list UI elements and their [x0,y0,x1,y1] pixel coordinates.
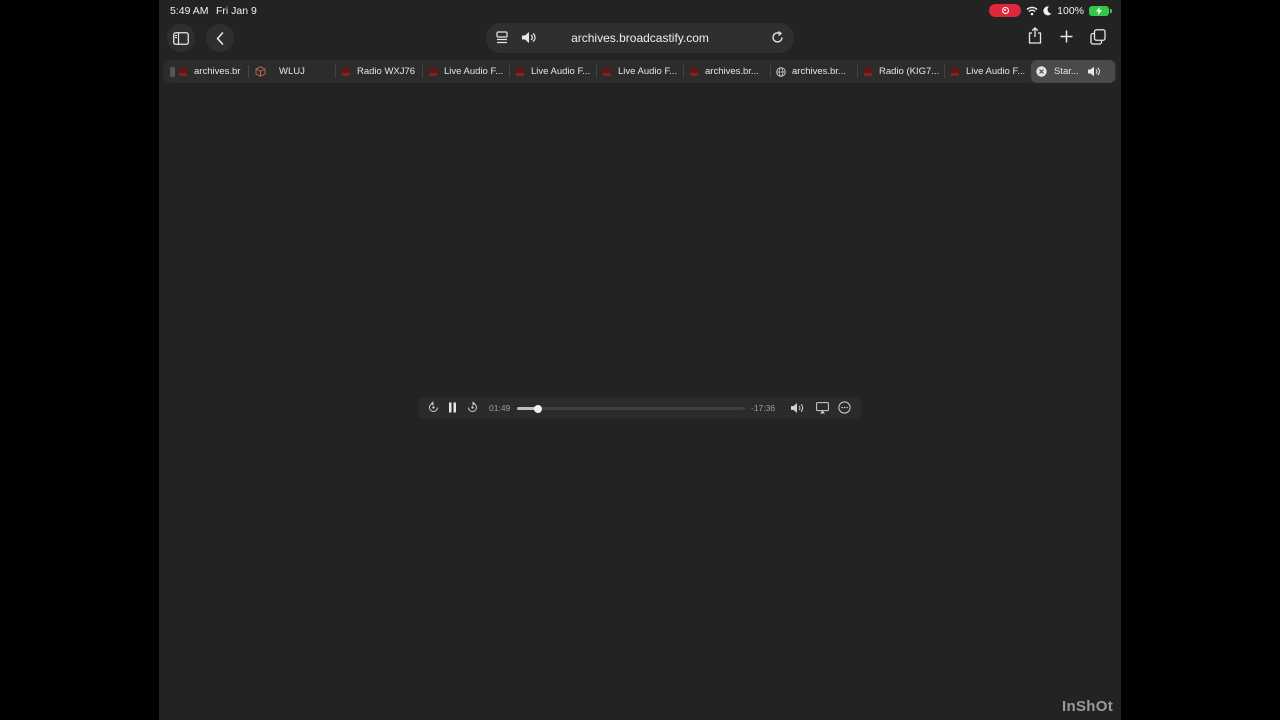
tab-audio-playing-icon[interactable] [1087,66,1101,77]
broadcastify-favicon [429,67,437,76]
tab-radio-wxj76[interactable]: Radio WXJ76 [336,60,423,83]
globe-icon [776,66,786,77]
url-text: archives.broadcastify.com [571,31,709,45]
status-time: 5:49 AM [170,5,209,17]
seek-handle[interactable] [534,404,543,413]
chevron-left-icon [216,31,224,45]
tab-archives-1[interactable]: archives.br [179,60,249,83]
address-bar[interactable]: archives.broadcastify.com [486,23,794,53]
back-button[interactable] [206,24,234,52]
tab-live-audio-4[interactable]: Live Audio F... [945,60,1032,83]
broadcastify-favicon [864,67,872,76]
tab-archives-3[interactable]: archives.br... [771,60,858,83]
tab-active-star[interactable]: Star... [1031,60,1115,83]
tab-label: WLUJ [279,66,305,77]
broadcastify-favicon [690,67,698,76]
volume-icon[interactable] [790,402,805,414]
remaining-time: -17:36 [751,403,776,413]
reload-icon[interactable] [771,31,784,44]
tab-label: archives.br... [705,66,759,77]
new-tab-plus-icon[interactable] [1060,30,1073,43]
tab-label: archives.br [194,66,241,77]
skip-forward-icon[interactable] [467,401,478,413]
status-indicators: 100% [989,4,1112,17]
audio-player-controls: 01:49 -17:36 [418,397,861,419]
pause-icon[interactable] [448,402,457,413]
battery-percent: 100% [1057,4,1084,17]
ipad-screen: 5:49 AM Fri Jan 9 100% archives.broadcas… [159,0,1121,720]
tab-live-audio-1[interactable]: Live Audio F... [423,60,510,83]
tab-label: Radio WXJ76 [357,66,416,77]
skip-back-icon[interactable] [428,401,439,413]
tab-label: Live Audio F... [531,66,591,77]
close-icon[interactable] [1036,66,1047,77]
tab-archives-2[interactable]: archives.br... [684,60,771,83]
more-options-icon[interactable] [838,401,851,414]
tab-bar: archives.br WLUJ Radio WXJ76 Live Audio … [163,60,1117,83]
broadcastify-favicon [179,67,187,76]
tab-label: Star... [1054,66,1079,77]
sidebar-icon [173,31,189,45]
tab-label: Radio (KIG7... [879,66,940,77]
tab-label: Live Audio F... [618,66,678,77]
inshot-watermark: InShOt [1062,698,1113,715]
status-bar: 5:49 AM Fri Jan 9 100% [159,0,1121,22]
tab-live-audio-2[interactable]: Live Audio F... [510,60,597,83]
tab-overview-icon[interactable] [1090,29,1106,45]
tab-label: Live Audio F... [444,66,504,77]
tab-wluj[interactable]: WLUJ [249,60,336,83]
seek-slider[interactable] [517,404,745,413]
wifi-icon [1026,6,1038,15]
broadcastify-favicon [342,67,350,76]
status-date: Fri Jan 9 [216,5,257,17]
cube-icon [255,66,266,77]
battery-charging-icon [1089,5,1112,16]
screen-recording-icon[interactable] [989,4,1022,17]
share-icon[interactable] [1028,27,1042,44]
sidebar-button[interactable] [167,24,195,52]
broadcastify-favicon [951,67,959,76]
tab-label: Live Audio F... [966,66,1026,77]
broadcastify-favicon [603,67,611,76]
airplay-icon[interactable] [816,402,829,414]
browser-toolbar: archives.broadcastify.com [159,22,1121,54]
broadcastify-favicon [516,67,524,76]
moon-icon [1043,5,1052,15]
tab-label: archives.br... [792,66,846,77]
tab-radio-kig7[interactable]: Radio (KIG7... [858,60,945,83]
tab-live-audio-3[interactable]: Live Audio F... [597,60,684,83]
tab-scroll-edge [170,67,175,77]
elapsed-time: 01:49 [489,403,511,413]
